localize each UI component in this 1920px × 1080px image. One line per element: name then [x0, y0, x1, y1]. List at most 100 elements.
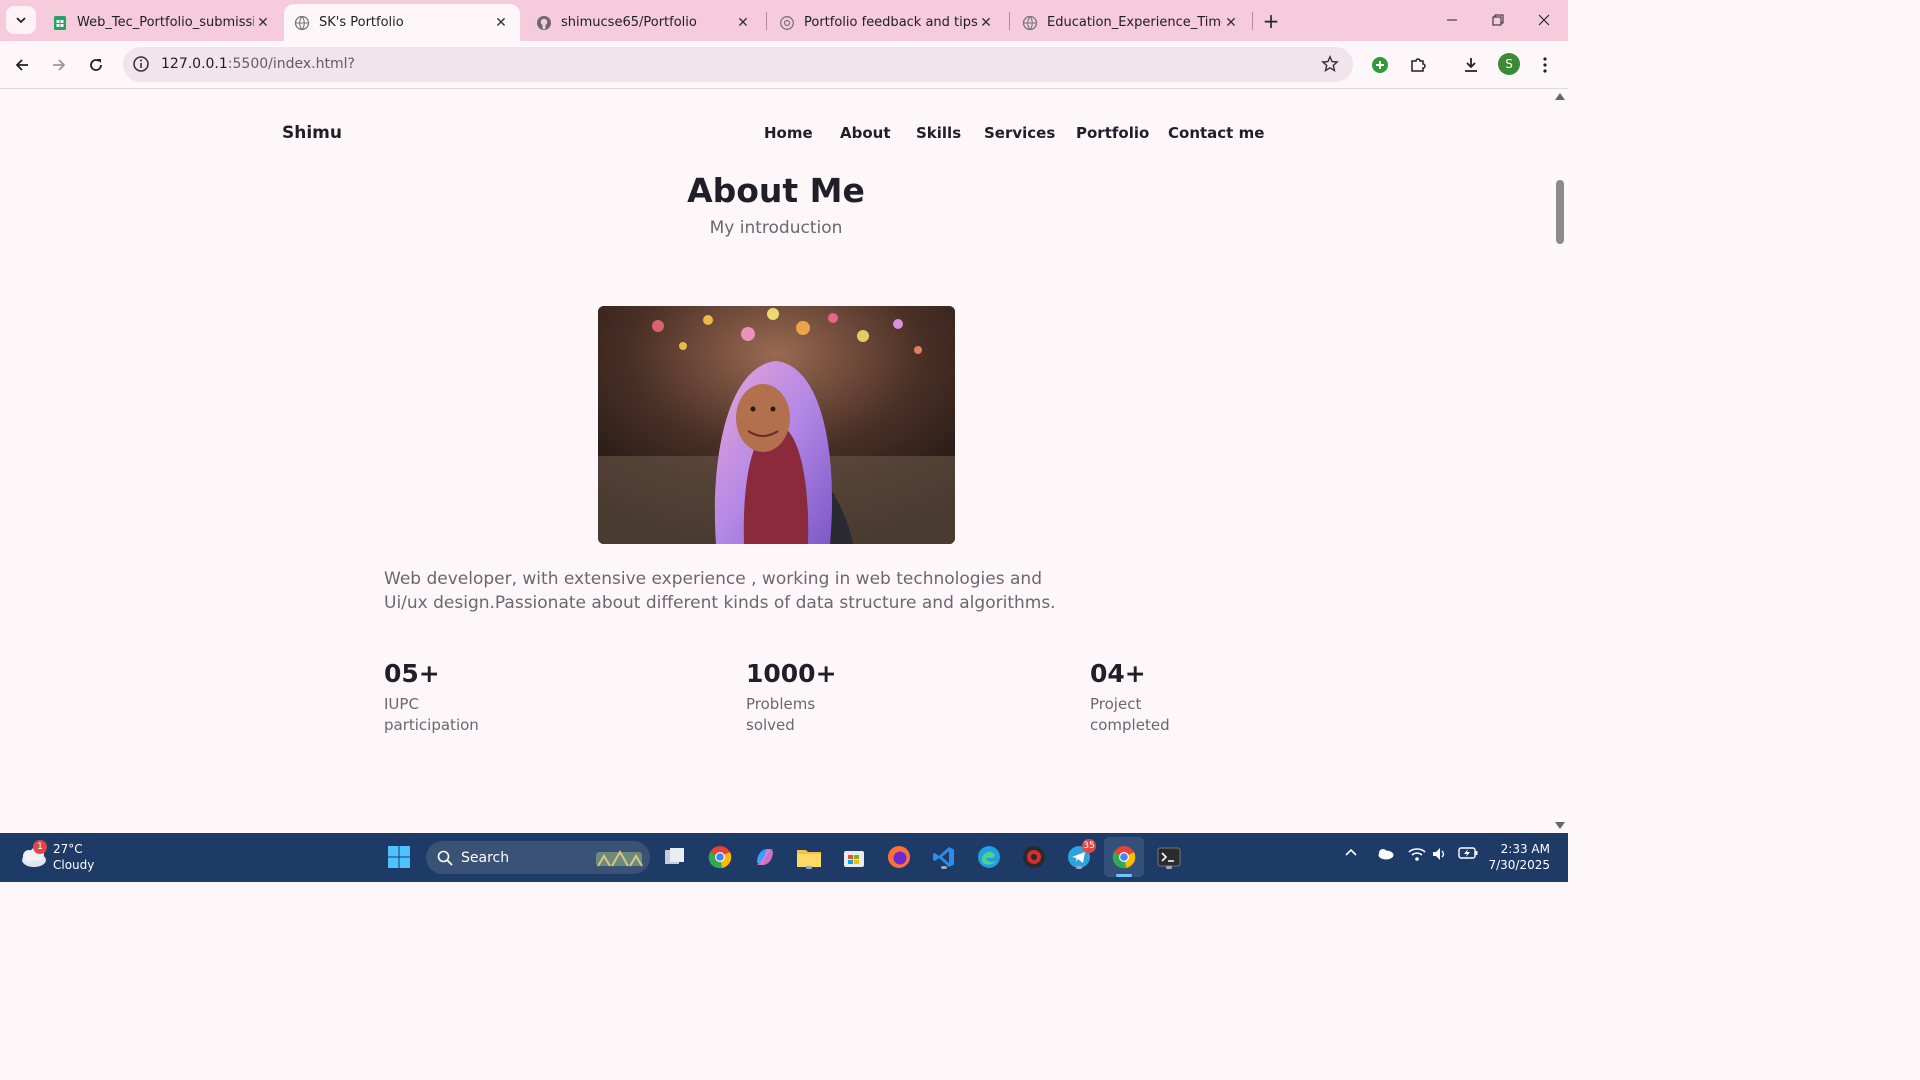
volume-tray[interactable]: [1432, 846, 1448, 866]
profile-avatar[interactable]: S: [1498, 53, 1520, 75]
taskbar-vscode[interactable]: [929, 842, 959, 872]
arrow-right-icon: [53, 59, 66, 71]
bookmark-star-icon[interactable]: [1321, 55, 1339, 73]
globe-icon: [294, 15, 310, 31]
plus-icon: +: [1262, 9, 1280, 33]
close-window-button[interactable]: [1521, 0, 1567, 40]
chrome-icon: [1112, 846, 1136, 869]
search-highlight-icon: [596, 849, 643, 867]
nav-skills[interactable]: Skills: [916, 124, 961, 142]
stat-label: IUPC participation: [384, 695, 479, 734]
running-indicator: [1076, 866, 1082, 869]
plus-circle-icon: [1372, 57, 1388, 73]
scroll-down-arrow-icon[interactable]: [1555, 822, 1565, 829]
new-tab-button[interactable]: +: [1258, 8, 1284, 34]
stat-label: Problems solved: [746, 695, 816, 734]
address-bar[interactable]: 127.0.0.1:5500/index.html?: [123, 47, 1353, 82]
extension-add-button[interactable]: [1365, 50, 1395, 80]
minimize-button[interactable]: [1429, 0, 1475, 40]
forward-button[interactable]: [44, 50, 74, 80]
profile-photo: [598, 306, 955, 544]
tab-portfolio[interactable]: SK's Portfolio ✕: [284, 4, 520, 41]
scroll-up-arrow-icon[interactable]: [1555, 93, 1565, 100]
taskbar-clock[interactable]: 2:33 AM 7/30/2025: [1486, 841, 1550, 873]
windows-logo-icon: [388, 846, 410, 868]
taskbar-copilot[interactable]: [750, 842, 780, 872]
nav-services[interactable]: Services: [984, 124, 1055, 142]
back-button[interactable]: [7, 50, 37, 80]
url-text: 127.0.0.1:5500/index.html?: [161, 56, 355, 72]
taskbar-chrome-active[interactable]: [1104, 837, 1144, 877]
edge-icon: [978, 846, 1000, 868]
taskbar-app-red[interactable]: [1019, 842, 1049, 872]
tab-timeline[interactable]: Education_Experience_Timeline ✕: [1012, 4, 1250, 41]
tab-feedback[interactable]: Portfolio feedback and tips ✕: [769, 4, 1005, 41]
taskbar-edge[interactable]: [974, 842, 1004, 872]
onedrive-cloud-icon: [1378, 849, 1394, 860]
reload-button[interactable]: [81, 50, 111, 80]
taskbar-chrome[interactable]: [705, 842, 735, 872]
url-host: 127.0.0.1: [161, 56, 228, 72]
close-tab-icon[interactable]: ✕: [492, 14, 510, 32]
tab-divider: [1009, 12, 1010, 30]
taskbar-store[interactable]: [839, 842, 869, 872]
store-icon: [844, 851, 864, 867]
taskbar-telegram[interactable]: 35: [1064, 839, 1096, 872]
restore-icon: [1492, 14, 1504, 26]
close-tab-icon[interactable]: ✕: [734, 14, 752, 32]
browser-menu-button[interactable]: [1530, 50, 1560, 80]
battery-tray[interactable]: [1458, 846, 1478, 864]
nav-contact[interactable]: Contact me: [1168, 124, 1264, 142]
task-view-icon: [665, 848, 684, 864]
extensions-button[interactable]: [1403, 50, 1433, 80]
stat-label: Project completed: [1090, 695, 1170, 734]
nav-about[interactable]: About: [840, 124, 891, 142]
taskbar-file-explorer[interactable]: [794, 842, 824, 872]
weather-widget[interactable]: 1 27°C Cloudy: [18, 840, 94, 873]
stat-value: 05+: [384, 659, 440, 688]
taskbar-firefox[interactable]: [884, 842, 914, 872]
restore-button[interactable]: [1475, 0, 1521, 40]
task-view-button[interactable]: [660, 842, 690, 872]
clock-time: 2:33 AM: [1500, 842, 1550, 856]
taskbar-search[interactable]: Search: [426, 841, 650, 874]
shield-app-icon: [1023, 846, 1045, 868]
nav-home[interactable]: Home: [764, 124, 813, 142]
reload-icon: [90, 59, 102, 71]
minimize-icon: [1447, 19, 1457, 21]
taskbar-terminal[interactable]: [1154, 842, 1184, 872]
close-icon: [1538, 14, 1550, 26]
tab-search-button[interactable]: [6, 6, 36, 34]
chevron-up-icon: [1345, 848, 1357, 856]
volume-icon: [1433, 848, 1445, 860]
tab-github[interactable]: shimucse65/Portfolio ✕: [526, 4, 762, 41]
tab-divider: [1252, 12, 1253, 30]
running-indicator: [806, 866, 812, 869]
stat-problems: 1000+ Problems solved: [746, 659, 856, 736]
close-tab-icon[interactable]: ✕: [254, 14, 272, 32]
scroll-thumb[interactable]: [1556, 180, 1564, 244]
wifi-tray[interactable]: [1408, 846, 1426, 866]
running-indicator: [1166, 866, 1172, 869]
tab-title: Portfolio feedback and tips: [804, 15, 977, 30]
downloads-button[interactable]: [1456, 50, 1486, 80]
close-tab-icon[interactable]: ✕: [977, 14, 995, 32]
close-tab-icon[interactable]: ✕: [1222, 14, 1240, 32]
start-button[interactable]: [384, 842, 414, 872]
chrome-icon: [708, 846, 732, 869]
tab-title: Web_Tec_Portfolio_submission: [77, 15, 254, 30]
site-logo[interactable]: Shimu: [282, 123, 342, 143]
weather-alert-badge: 1: [33, 840, 47, 854]
download-icon: [1465, 58, 1477, 72]
show-hidden-icons-button[interactable]: [1344, 846, 1358, 864]
wifi-icon: [1408, 848, 1426, 861]
copilot-icon: [757, 849, 773, 865]
info-icon[interactable]: [132, 55, 150, 73]
stat-projects: 04+ Project completed: [1090, 659, 1200, 736]
search-icon: [437, 850, 453, 866]
search-label: Search: [461, 849, 510, 866]
onedrive-tray[interactable]: [1376, 846, 1394, 864]
tab-sheets[interactable]: Web_Tec_Portfolio_submission ✕: [42, 4, 282, 41]
nav-portfolio[interactable]: Portfolio: [1076, 124, 1149, 142]
page-scrollbar[interactable]: [1552, 89, 1568, 833]
